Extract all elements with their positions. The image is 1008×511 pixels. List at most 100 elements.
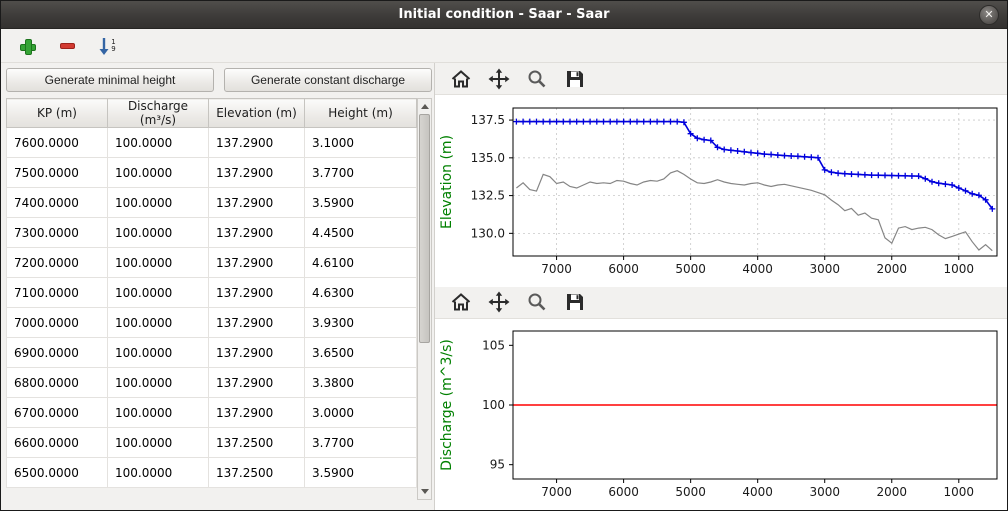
table-cell[interactable]: 100.0000 [108, 368, 209, 398]
table-cell[interactable]: 3.9300 [305, 308, 417, 338]
app-window: Initial condition - Saar - Saar ✕ 1 9 Ge… [0, 0, 1008, 511]
table-cell[interactable]: 6700.0000 [7, 398, 108, 428]
col-header-discharge[interactable]: Discharge (m³/s) [108, 99, 209, 128]
table-cell[interactable]: 137.2900 [209, 158, 305, 188]
table-row[interactable]: 6800.0000100.0000137.29003.3800 [7, 368, 417, 398]
home-icon [450, 68, 472, 90]
table-cell[interactable]: 3.7700 [305, 428, 417, 458]
table-row[interactable]: 7300.0000100.0000137.29004.4500 [7, 218, 417, 248]
table-cell[interactable]: 7500.0000 [7, 158, 108, 188]
scrollbar-thumb[interactable] [419, 114, 430, 343]
table-cell[interactable]: 100.0000 [108, 398, 209, 428]
table-cell[interactable]: 100.0000 [108, 248, 209, 278]
table-cell[interactable]: 137.2900 [209, 218, 305, 248]
save-icon [564, 291, 586, 313]
svg-text:Discharge (m^3/s): Discharge (m^3/s) [439, 339, 455, 471]
table-cell[interactable]: 3.0000 [305, 398, 417, 428]
svg-text:7000: 7000 [541, 262, 572, 276]
home-button-2[interactable] [449, 290, 473, 314]
table-cell[interactable]: 100.0000 [108, 218, 209, 248]
table-wrap: KP (m) Discharge (m³/s) Elevation (m) He… [6, 98, 432, 500]
table-cell[interactable]: 4.6300 [305, 278, 417, 308]
table-cell[interactable]: 4.6100 [305, 248, 417, 278]
table-row[interactable]: 7600.0000100.0000137.29003.1000 [7, 128, 417, 158]
svg-text:7000: 7000 [541, 485, 572, 499]
table-cell[interactable]: 6500.0000 [7, 458, 108, 488]
svg-text:2000: 2000 [876, 485, 907, 499]
save-button-2[interactable] [563, 290, 587, 314]
table-cell[interactable]: 7200.0000 [7, 248, 108, 278]
table-cell[interactable]: 100.0000 [108, 158, 209, 188]
sort-rows-button[interactable]: 1 9 [95, 34, 119, 58]
discharge-chart[interactable]: 700060005000400030002000100095100105Disc… [435, 321, 1005, 507]
svg-text:132.5: 132.5 [471, 188, 505, 202]
table-cell[interactable]: 100.0000 [108, 308, 209, 338]
scrollbar-down-button[interactable] [418, 484, 431, 499]
table-cell[interactable]: 7400.0000 [7, 188, 108, 218]
home-button[interactable] [449, 67, 473, 91]
save-button[interactable] [563, 67, 587, 91]
table-row[interactable]: 6600.0000100.0000137.25003.7700 [7, 428, 417, 458]
table-cell[interactable]: 3.3800 [305, 368, 417, 398]
vertical-scrollbar[interactable] [417, 98, 432, 500]
table-cell[interactable]: 100.0000 [108, 428, 209, 458]
table-cell[interactable]: 137.2900 [209, 398, 305, 428]
table-cell[interactable]: 100.0000 [108, 128, 209, 158]
table-cell[interactable]: 3.6500 [305, 338, 417, 368]
titlebar[interactable]: Initial condition - Saar - Saar ✕ [1, 1, 1007, 29]
generate-minimal-height-button[interactable]: Generate minimal height [6, 68, 214, 92]
svg-text:100: 100 [482, 398, 505, 412]
table-cell[interactable]: 100.0000 [108, 458, 209, 488]
table-row[interactable]: 6700.0000100.0000137.29003.0000 [7, 398, 417, 428]
table-cell[interactable]: 137.2900 [209, 338, 305, 368]
table-cell[interactable]: 3.1000 [305, 128, 417, 158]
scrollbar-track[interactable] [418, 114, 431, 484]
table-cell[interactable]: 137.2900 [209, 248, 305, 278]
svg-text:3000: 3000 [809, 485, 840, 499]
table-row[interactable]: 7500.0000100.0000137.29003.7700 [7, 158, 417, 188]
table-cell[interactable]: 137.2900 [209, 308, 305, 338]
table-row[interactable]: 7200.0000100.0000137.29004.6100 [7, 248, 417, 278]
scrollbar-up-button[interactable] [418, 99, 431, 114]
table-cell[interactable]: 100.0000 [108, 338, 209, 368]
table-cell[interactable]: 137.2500 [209, 428, 305, 458]
table-cell[interactable]: 7600.0000 [7, 128, 108, 158]
table-cell[interactable]: 6800.0000 [7, 368, 108, 398]
table-cell[interactable]: 3.5900 [305, 188, 417, 218]
window-title: Initial condition - Saar - Saar [398, 7, 609, 22]
table-row[interactable]: 6900.0000100.0000137.29003.6500 [7, 338, 417, 368]
table-cell[interactable]: 137.2900 [209, 278, 305, 308]
add-row-button[interactable] [15, 34, 39, 58]
col-header-kp[interactable]: KP (m) [7, 99, 108, 128]
table-cell[interactable]: 100.0000 [108, 278, 209, 308]
elevation-chart[interactable]: 7000600050004000300020001000130.0132.513… [435, 98, 1005, 284]
pan-button-2[interactable] [487, 290, 511, 314]
button-row: Generate minimal height Generate constan… [6, 68, 432, 92]
col-header-elevation[interactable]: Elevation (m) [209, 99, 305, 128]
table-cell[interactable]: 7100.0000 [7, 278, 108, 308]
table-row[interactable]: 7100.0000100.0000137.29004.6300 [7, 278, 417, 308]
table-cell[interactable]: 137.2900 [209, 128, 305, 158]
table-cell[interactable]: 4.4500 [305, 218, 417, 248]
close-icon[interactable]: ✕ [979, 5, 999, 25]
col-header-height[interactable]: Height (m) [305, 99, 417, 128]
table-cell[interactable]: 3.7700 [305, 158, 417, 188]
table-cell[interactable]: 3.5900 [305, 458, 417, 488]
table-cell[interactable]: 137.2500 [209, 458, 305, 488]
table-cell[interactable]: 137.2900 [209, 368, 305, 398]
generate-constant-discharge-button[interactable]: Generate constant discharge [224, 68, 432, 92]
table-row[interactable]: 7000.0000100.0000137.29003.9300 [7, 308, 417, 338]
table-row[interactable]: 7400.0000100.0000137.29003.5900 [7, 188, 417, 218]
zoom-button-2[interactable] [525, 290, 549, 314]
table-cell[interactable]: 7000.0000 [7, 308, 108, 338]
table-cell[interactable]: 137.2900 [209, 188, 305, 218]
table-cell[interactable]: 6900.0000 [7, 338, 108, 368]
table-cell[interactable]: 7300.0000 [7, 218, 108, 248]
zoom-button[interactable] [525, 67, 549, 91]
table-cell[interactable]: 100.0000 [108, 188, 209, 218]
table-cell[interactable]: 6600.0000 [7, 428, 108, 458]
table-header-row: KP (m) Discharge (m³/s) Elevation (m) He… [7, 99, 417, 128]
table-row[interactable]: 6500.0000100.0000137.25003.5900 [7, 458, 417, 488]
remove-row-button[interactable] [55, 34, 79, 58]
pan-button[interactable] [487, 67, 511, 91]
